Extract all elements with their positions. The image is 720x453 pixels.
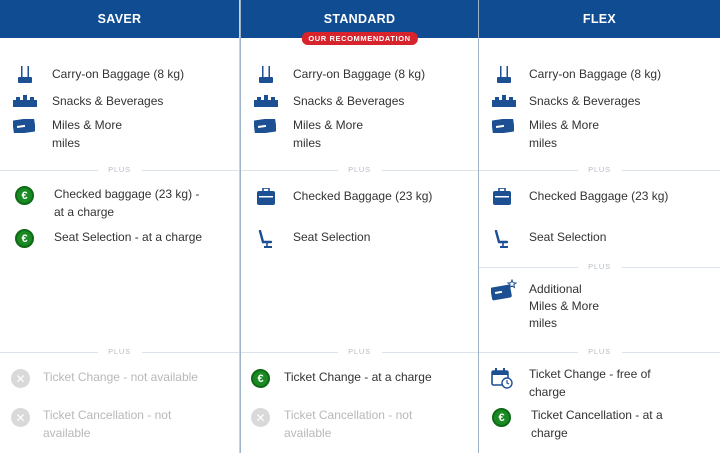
seat-icon bbox=[257, 229, 275, 249]
plus-separator: PLUS bbox=[479, 347, 720, 357]
miles-card-icon bbox=[253, 118, 277, 134]
fare-header-flex[interactable]: FLEX bbox=[479, 0, 720, 38]
feature-label: Additional bbox=[529, 282, 582, 296]
euro-icon: € bbox=[251, 369, 270, 388]
feature-label: Checked Baggage (23 kg) bbox=[529, 189, 669, 203]
feature-label: Carry-on Baggage (8 kg) bbox=[52, 67, 185, 81]
suitcase-icon bbox=[492, 186, 512, 206]
snacks-tray-icon bbox=[491, 94, 517, 108]
feature-label: Ticket Change - not available bbox=[43, 370, 198, 384]
suitcase-icon bbox=[256, 186, 276, 206]
luggage-icon bbox=[493, 66, 515, 84]
feature-label-cont: available bbox=[43, 426, 91, 440]
feature-label: Carry-on Baggage (8 kg) bbox=[293, 67, 426, 81]
feature-label: Checked baggage (23 kg) - bbox=[54, 187, 200, 201]
feature-label-cont: Miles & More bbox=[529, 299, 600, 313]
plus-separator: PLUS bbox=[241, 165, 478, 175]
feature-label-cont: charge bbox=[531, 426, 568, 440]
feature-label: Snacks & Beverages bbox=[529, 94, 641, 108]
feature-label-cont: miles bbox=[529, 136, 558, 150]
euro-icon: € bbox=[15, 229, 34, 248]
luggage-icon bbox=[255, 66, 277, 84]
x-circle-icon: ✕ bbox=[11, 408, 30, 427]
plus-label: PLUS bbox=[588, 262, 611, 271]
recommendation-badge: OUR RECOMMENDATION bbox=[301, 32, 418, 45]
feature-label: Seat Selection - at a charge bbox=[54, 230, 203, 244]
miles-card-icon bbox=[491, 118, 515, 134]
feature-label: Seat Selection bbox=[293, 230, 371, 244]
plus-separator: PLUS bbox=[479, 165, 720, 175]
feature-label: Seat Selection bbox=[529, 230, 607, 244]
plus-separator: PLUS bbox=[479, 262, 720, 272]
euro-icon: € bbox=[492, 408, 511, 427]
seat-icon bbox=[493, 229, 511, 249]
plus-separator: PLUS bbox=[0, 165, 239, 175]
plus-separator: PLUS bbox=[241, 347, 478, 357]
snacks-tray-icon bbox=[253, 94, 279, 108]
miles-card-icon bbox=[12, 118, 36, 134]
luggage-icon bbox=[14, 66, 36, 84]
plus-label: PLUS bbox=[348, 347, 371, 356]
feature-label-cont: at a charge bbox=[54, 205, 115, 219]
miles-card-plus-icon bbox=[491, 279, 517, 301]
feature-label-cont: miles bbox=[529, 316, 558, 330]
feature-label: Ticket Change - at a charge bbox=[284, 370, 432, 384]
feature-label-cont: charge bbox=[529, 385, 566, 399]
feature-label: Miles & More bbox=[52, 118, 123, 132]
x-circle-icon: ✕ bbox=[251, 408, 270, 427]
feature-label: Snacks & Beverages bbox=[52, 94, 164, 108]
feature-label-cont: available bbox=[284, 426, 332, 440]
plus-label: PLUS bbox=[108, 347, 131, 356]
euro-icon: € bbox=[15, 186, 34, 205]
plus-separator: PLUS bbox=[0, 347, 239, 357]
feature-label-cont: miles bbox=[52, 136, 81, 150]
feature-label: Miles & More bbox=[293, 118, 364, 132]
feature-label: Checked Baggage (23 kg) bbox=[293, 189, 433, 203]
plus-label: PLUS bbox=[108, 165, 131, 174]
feature-label: Ticket Cancellation - at a bbox=[531, 408, 663, 422]
plus-label: PLUS bbox=[588, 347, 611, 356]
feature-label: Ticket Change - free of bbox=[529, 367, 651, 381]
fare-column-saver[interactable]: SAVER Carry-on Baggage (8 kg) Snacks & B… bbox=[0, 0, 240, 453]
fare-column-flex[interactable]: FLEX Carry-on Baggage (8 kg) Snacks & Be… bbox=[479, 0, 720, 453]
feature-label-cont: miles bbox=[293, 136, 322, 150]
calendar-change-icon bbox=[491, 367, 513, 389]
fare-header-saver[interactable]: SAVER bbox=[0, 0, 239, 38]
feature-label: Snacks & Beverages bbox=[293, 94, 405, 108]
feature-label: Miles & More bbox=[529, 118, 600, 132]
feature-label: Ticket Cancellation - not bbox=[284, 408, 413, 422]
feature-label: Carry-on Baggage (8 kg) bbox=[529, 67, 662, 81]
plus-label: PLUS bbox=[348, 165, 371, 174]
plus-label: PLUS bbox=[588, 165, 611, 174]
feature-label: Ticket Cancellation - not bbox=[43, 408, 172, 422]
x-circle-icon: ✕ bbox=[11, 369, 30, 388]
fare-comparison: SAVER Carry-on Baggage (8 kg) Snacks & B… bbox=[0, 0, 720, 453]
snacks-tray-icon bbox=[12, 94, 38, 108]
fare-column-standard[interactable]: STANDARD OUR RECOMMENDATION Carry-on Bag… bbox=[240, 0, 479, 453]
